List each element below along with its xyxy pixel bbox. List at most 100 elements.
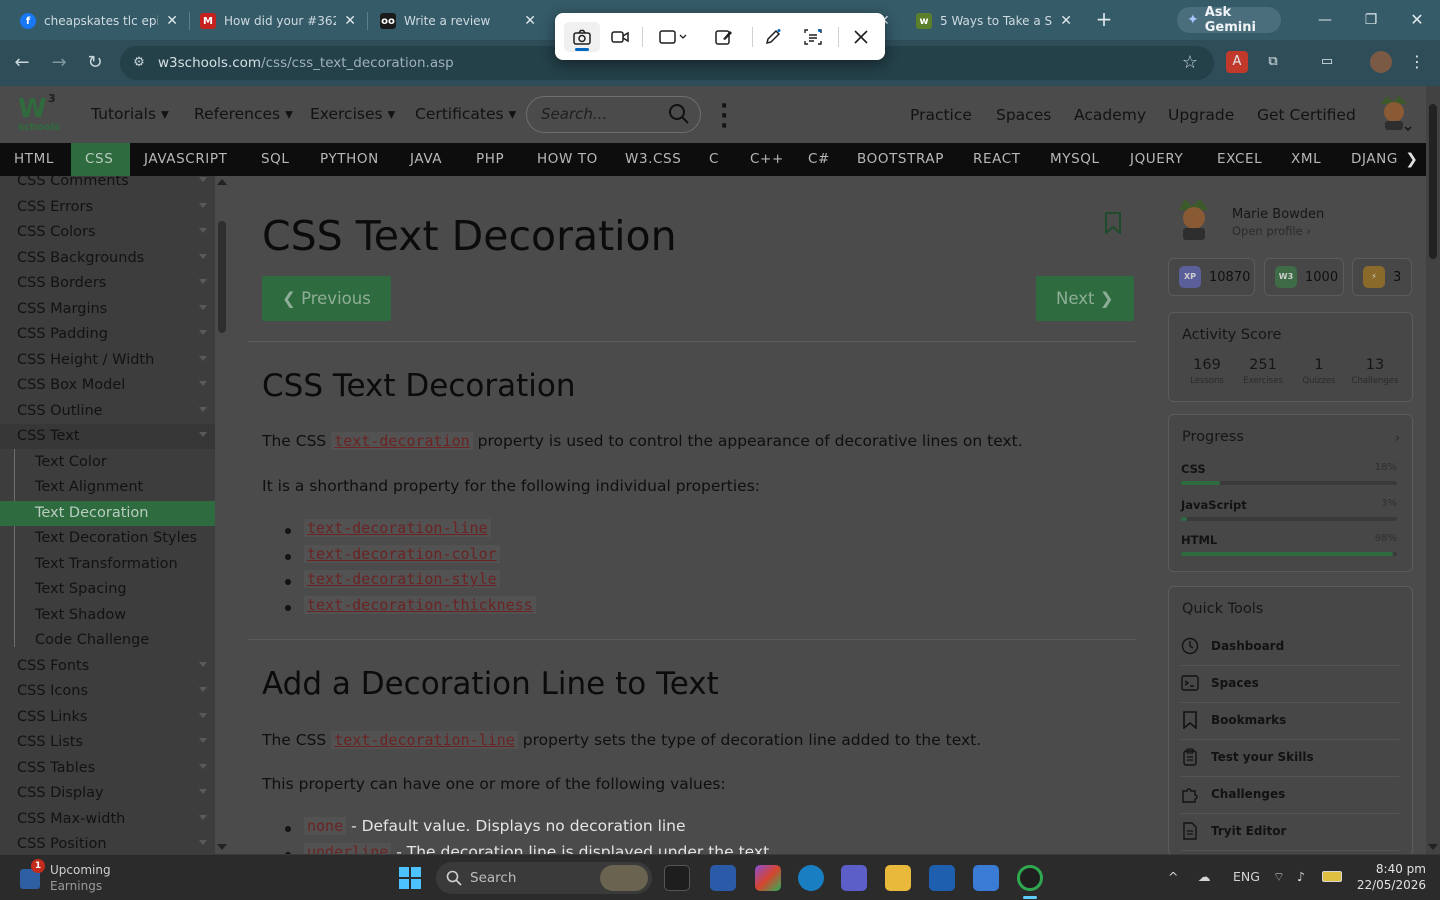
back-arrow-icon[interactable]: ← — [10, 51, 34, 75]
task-view-icon[interactable] — [664, 865, 690, 891]
app-icon[interactable] — [929, 865, 955, 891]
lang-tab-java[interactable]: JAVA — [396, 143, 462, 176]
copilot-icon[interactable] — [755, 865, 781, 891]
sidebar-item[interactable]: CSS Padding — [0, 322, 215, 347]
lang-tab-c-[interactable]: C# — [794, 143, 843, 176]
sidebar-item[interactable]: CSS Display — [0, 781, 215, 806]
lang-tab-c[interactable]: C — [695, 143, 736, 176]
sidebar-item[interactable]: CSS Margins — [0, 297, 215, 322]
lang-tab-html[interactable]: HTML — [0, 143, 57, 176]
code-link[interactable]: text-decoration-color — [304, 545, 500, 563]
restore-icon[interactable]: ❐ — [1359, 8, 1383, 32]
pen-button[interactable] — [758, 22, 788, 52]
battery-icon[interactable] — [1322, 871, 1342, 882]
lang-tab-how-to[interactable]: HOW TO — [523, 143, 611, 176]
sidebar-item[interactable]: CSS Tables — [0, 756, 215, 781]
chrome-icon[interactable] — [1017, 865, 1043, 891]
sidebar-item[interactable]: CSS Text — [0, 424, 215, 449]
forward-arrow-icon[interactable]: → — [47, 51, 71, 75]
quick-tool-item[interactable]: Bookmarks — [1181, 703, 1399, 740]
sidebar-item[interactable]: CSS Comments — [0, 176, 215, 194]
site-settings-icon[interactable]: ⚙ — [130, 54, 148, 72]
stat-pill[interactable]: W3 1000 — [1264, 258, 1344, 296]
chevron-right-icon[interactable]: ❯ — [1405, 143, 1418, 176]
system-clock[interactable]: 8:40 pm 22/05/2026 — [1354, 861, 1426, 893]
file-explorer-icon[interactable] — [885, 865, 911, 891]
sidebar-item[interactable]: Text Decoration Styles — [0, 526, 215, 551]
scroll-thumb[interactable] — [218, 221, 226, 333]
taskbar-search[interactable]: Search — [436, 862, 652, 894]
sidebar-item[interactable]: Text Spacing — [0, 577, 215, 602]
browser-tab[interactable]: w 5 Ways to Take a Sc ✕ — [906, 6, 1082, 36]
next-button[interactable]: Next ❯ — [1036, 276, 1134, 321]
minimize-icon[interactable]: — — [1313, 8, 1337, 32]
page-scrollbar[interactable] — [1426, 86, 1440, 854]
progress-card[interactable]: Progress › CSS 18% JavaScript 3% HTML 98% — [1168, 414, 1413, 572]
lang-tab-xml[interactable]: XML — [1277, 143, 1337, 176]
nav-spaces[interactable]: Spaces — [996, 106, 1051, 124]
scroll-down-icon[interactable] — [1428, 844, 1438, 850]
sidebar-item[interactable]: CSS Fonts — [0, 654, 215, 679]
code-link[interactable]: text-decoration-style — [304, 570, 500, 588]
site-search[interactable] — [526, 96, 701, 133]
stat-pill[interactable]: ⚡ 3 — [1352, 258, 1412, 296]
lang-tab-c-[interactable]: C++ — [736, 143, 794, 176]
more-menu-icon[interactable]: · · · — [720, 96, 728, 138]
open-profile-link[interactable]: Open profile › — [1232, 224, 1311, 238]
quick-tool-item[interactable]: Spaces — [1181, 666, 1399, 703]
sidebar-item[interactable]: CSS Position — [0, 832, 215, 854]
lang-tab-bootstrap[interactable]: BOOTSTRAP — [843, 143, 959, 176]
lang-tab-excel[interactable]: EXCEL — [1203, 143, 1277, 176]
user-avatar[interactable] — [1377, 94, 1413, 132]
menu-references[interactable]: References ▾ — [194, 105, 293, 123]
stat-pill[interactable]: XP 10870 — [1168, 258, 1255, 296]
sidebar-item[interactable]: CSS Backgrounds — [0, 246, 215, 271]
sidebar-item[interactable]: CSS Links — [0, 705, 215, 730]
sidebar-item[interactable]: CSS Icons — [0, 679, 215, 704]
sidebar-item[interactable]: CSS Lists — [0, 730, 215, 755]
url-text[interactable]: w3schools.com/css/css_text_decoration.as… — [158, 55, 454, 71]
code-link[interactable]: text-decoration-line — [304, 519, 491, 537]
widgets-button[interactable]: 1 Upcoming Earnings — [20, 859, 120, 893]
browser-tab[interactable]: M How did your #3626 ✕ — [190, 6, 366, 36]
teams-icon[interactable] — [841, 865, 867, 891]
browser-tab[interactable]: f cheapskates tlc episode ✕ — [10, 6, 188, 36]
chevron-up-icon[interactable]: ^ — [1168, 869, 1178, 884]
close-tab-icon[interactable]: ✕ — [524, 13, 536, 29]
nav-practice[interactable]: Practice — [910, 106, 972, 124]
code-link[interactable]: text-decoration-line — [331, 731, 518, 749]
sidebar-item[interactable]: Text Alignment — [0, 475, 215, 500]
lang-tab-javascript[interactable]: JAVASCRIPT — [130, 143, 247, 176]
lang-tab-jquery[interactable]: JQUERY — [1116, 143, 1203, 176]
chevron-right-icon[interactable]: › — [1395, 431, 1400, 446]
scroll-up-icon[interactable] — [217, 179, 227, 185]
tab-search-icon[interactable]: ▭ — [1316, 51, 1338, 73]
quick-tool-item[interactable]: Challenges — [1181, 777, 1399, 814]
browser-tab[interactable]: oo Write a review ✕ — [370, 6, 546, 36]
quick-tool-item[interactable]: Test your Skills — [1181, 740, 1399, 777]
lang-tab-css[interactable]: CSS — [71, 143, 130, 176]
sidebar-item[interactable]: CSS Outline — [0, 399, 215, 424]
lang-tab-php[interactable]: PHP — [462, 143, 523, 176]
edge-icon[interactable] — [798, 865, 824, 891]
profile-avatar[interactable] — [1370, 51, 1392, 73]
reload-icon[interactable]: ↻ — [83, 51, 107, 75]
sidebar-item[interactable]: CSS Borders — [0, 271, 215, 296]
w3schools-logo[interactable]: W 3 schools — [18, 92, 60, 134]
onedrive-icon[interactable]: ☁ — [1198, 869, 1211, 884]
close-tab-icon[interactable]: ✕ — [1060, 13, 1072, 29]
outlook-icon[interactable] — [973, 865, 999, 891]
sidebar-scrollbar[interactable] — [215, 176, 229, 854]
nav-get-certified[interactable]: Get Certified — [1257, 106, 1356, 124]
bookmark-star-icon[interactable]: ☆ — [1182, 52, 1198, 73]
lang-tab-w3-css[interactable]: W3.CSS — [611, 143, 695, 176]
quick-tool-item[interactable]: Dashboard — [1181, 629, 1399, 666]
menu-tutorials[interactable]: Tutorials ▾ — [91, 105, 169, 123]
sidebar-item[interactable]: CSS Max-width — [0, 807, 215, 832]
previous-button[interactable]: ❮ Previous — [262, 276, 391, 321]
sidebar-item[interactable]: CSS Height / Width — [0, 348, 215, 373]
close-window-icon[interactable]: ✕ — [1405, 8, 1429, 32]
close-tab-icon[interactable]: ✕ — [166, 13, 178, 29]
sidebar-item[interactable]: Text Decoration — [0, 500, 215, 526]
sidebar-item[interactable]: Text Shadow — [0, 603, 215, 628]
